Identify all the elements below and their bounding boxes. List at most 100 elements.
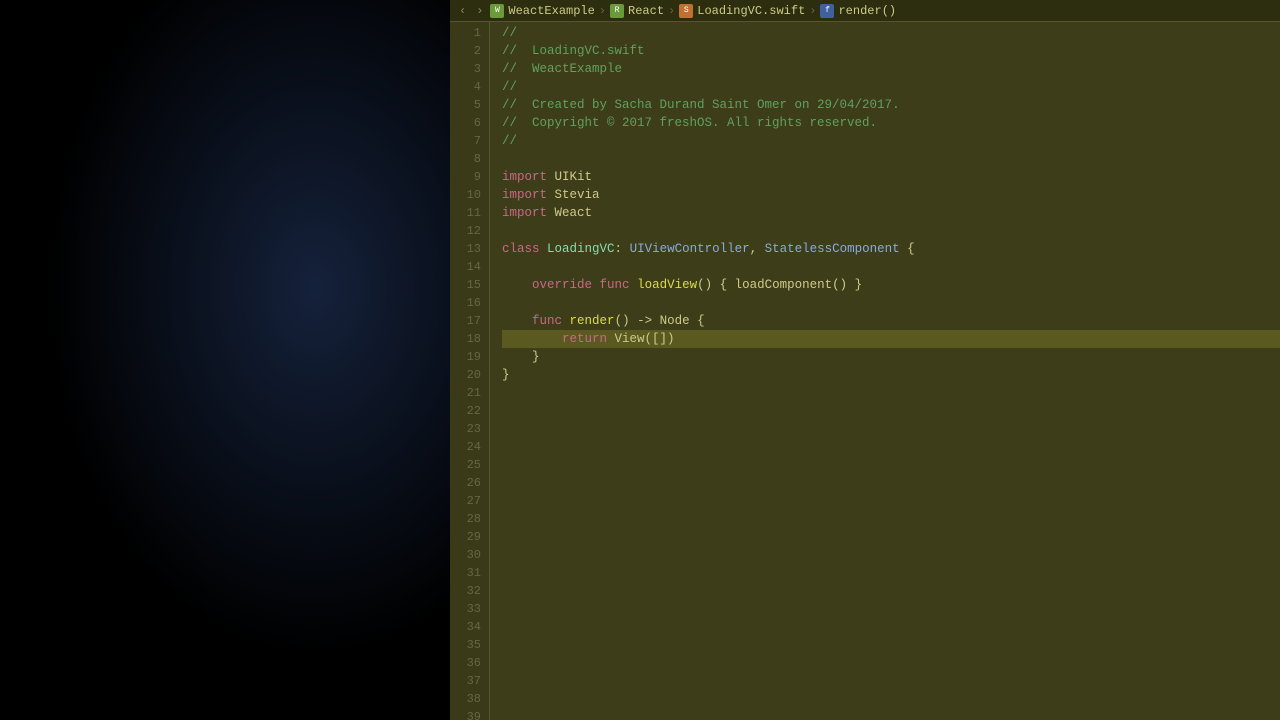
line-number: 8 — [450, 150, 489, 168]
code-line — [502, 150, 1280, 168]
line-number: 33 — [450, 600, 489, 618]
code-token: () -> Node { — [615, 314, 705, 328]
line-number: 37 — [450, 672, 489, 690]
line-number: 15 — [450, 276, 489, 294]
code-line — [502, 654, 1280, 672]
line-number: 34 — [450, 618, 489, 636]
line-number: 30 — [450, 546, 489, 564]
code-token: View([]) — [607, 332, 675, 346]
code-line — [502, 708, 1280, 720]
code-line — [502, 636, 1280, 654]
code-token: Stevia — [547, 188, 600, 202]
line-number: 29 — [450, 528, 489, 546]
code-line: } — [502, 348, 1280, 366]
code-token: func — [600, 278, 630, 292]
code-line: // — [502, 24, 1280, 42]
code-editor: ‹ › W WeactExample › R React › S Loading… — [450, 0, 1280, 720]
line-number: 1 — [450, 24, 489, 42]
breadcrumb-file[interactable]: LoadingVC.swift — [697, 4, 805, 18]
line-number: 14 — [450, 258, 489, 276]
code-token: // WeactExample — [502, 62, 622, 76]
code-line — [502, 582, 1280, 600]
line-number: 2 — [450, 42, 489, 60]
breadcrumb-react[interactable]: React — [628, 4, 664, 18]
line-number: 35 — [450, 636, 489, 654]
code-line: // Copyright © 2017 freshOS. All rights … — [502, 114, 1280, 132]
code-token: // LoadingVC.swift — [502, 44, 645, 58]
code-token: } — [502, 368, 510, 382]
line-number: 11 — [450, 204, 489, 222]
forward-button[interactable]: › — [473, 4, 486, 18]
weact-icon: W — [490, 4, 504, 18]
code-line — [502, 456, 1280, 474]
code-line — [502, 402, 1280, 420]
func-icon: f — [820, 4, 834, 18]
code-token: { — [900, 242, 915, 256]
code-area[interactable]: 1234567891011121314151617181920212223242… — [450, 22, 1280, 720]
code-token: import — [502, 206, 547, 220]
code-line: import UIKit — [502, 168, 1280, 186]
code-token: return — [562, 332, 607, 346]
code-token — [540, 242, 548, 256]
code-token — [502, 332, 562, 346]
code-line — [502, 222, 1280, 240]
back-button[interactable]: ‹ — [456, 4, 469, 18]
sep3: › — [809, 4, 816, 18]
code-token: import — [502, 170, 547, 184]
sep2: › — [668, 4, 675, 18]
code-token: import — [502, 188, 547, 202]
line-number: 17 — [450, 312, 489, 330]
code-token: loadView — [637, 278, 697, 292]
left-panel — [0, 0, 450, 720]
code-token — [592, 278, 600, 292]
code-line — [502, 258, 1280, 276]
code-token: // — [502, 134, 517, 148]
code-token: UIViewController — [630, 242, 750, 256]
line-number: 4 — [450, 78, 489, 96]
code-line: class LoadingVC: UIViewController, State… — [502, 240, 1280, 258]
line-number: 10 — [450, 186, 489, 204]
code-token: render — [570, 314, 615, 328]
breadcrumb-weact[interactable]: WeactExample — [508, 4, 594, 18]
line-number: 22 — [450, 402, 489, 420]
line-number: 21 — [450, 384, 489, 402]
line-number: 39 — [450, 708, 489, 720]
line-number: 31 — [450, 564, 489, 582]
line-number: 7 — [450, 132, 489, 150]
breadcrumb-func[interactable]: render() — [838, 4, 896, 18]
code-token: () { loadComponent() } — [697, 278, 862, 292]
code-token: : — [615, 242, 630, 256]
code-line: // — [502, 78, 1280, 96]
breadcrumb-bar: ‹ › W WeactExample › R React › S Loading… — [450, 0, 1280, 22]
code-token: func — [532, 314, 562, 328]
code-token: StatelessComponent — [765, 242, 900, 256]
line-number: 25 — [450, 456, 489, 474]
code-token: Weact — [547, 206, 592, 220]
code-line — [502, 384, 1280, 402]
code-line: // WeactExample — [502, 60, 1280, 78]
code-token: // — [502, 80, 517, 94]
code-line — [502, 492, 1280, 510]
code-line: } — [502, 366, 1280, 384]
line-number: 20 — [450, 366, 489, 384]
code-token — [630, 278, 638, 292]
line-number: 12 — [450, 222, 489, 240]
line-number: 26 — [450, 474, 489, 492]
code-line — [502, 294, 1280, 312]
code-line — [502, 474, 1280, 492]
file-icon: S — [679, 4, 693, 18]
react-icon: R — [610, 4, 624, 18]
line-number: 6 — [450, 114, 489, 132]
line-number: 38 — [450, 690, 489, 708]
code-line — [502, 420, 1280, 438]
line-number: 19 — [450, 348, 489, 366]
left-panel-background — [0, 0, 450, 720]
line-number: 18 — [450, 330, 489, 348]
code-line: // Created by Sacha Durand Saint Omer on… — [502, 96, 1280, 114]
code-line — [502, 528, 1280, 546]
line-number: 24 — [450, 438, 489, 456]
code-line — [502, 672, 1280, 690]
code-line — [502, 564, 1280, 582]
line-number: 3 — [450, 60, 489, 78]
code-token: , — [750, 242, 765, 256]
